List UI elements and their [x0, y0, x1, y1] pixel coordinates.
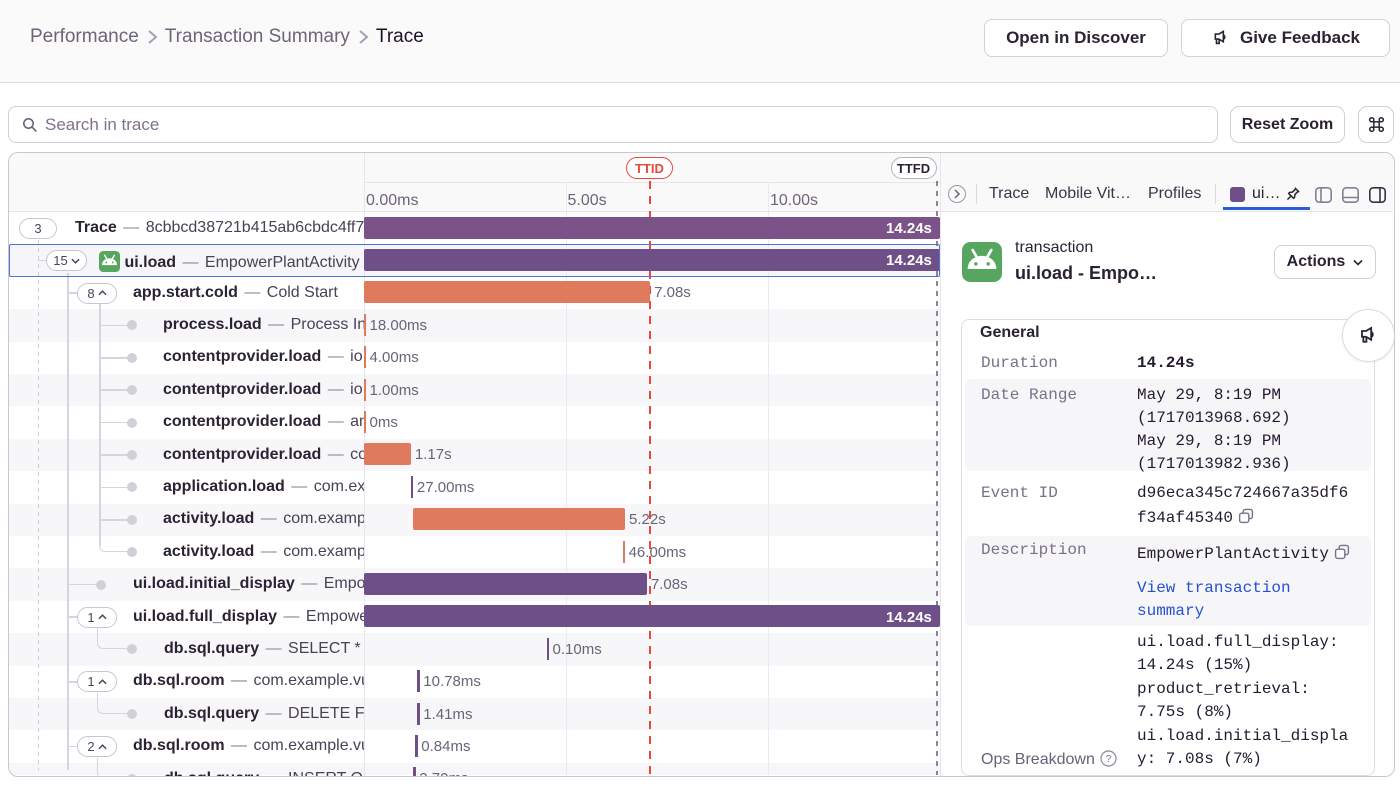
- svg-text:?: ?: [1106, 754, 1112, 765]
